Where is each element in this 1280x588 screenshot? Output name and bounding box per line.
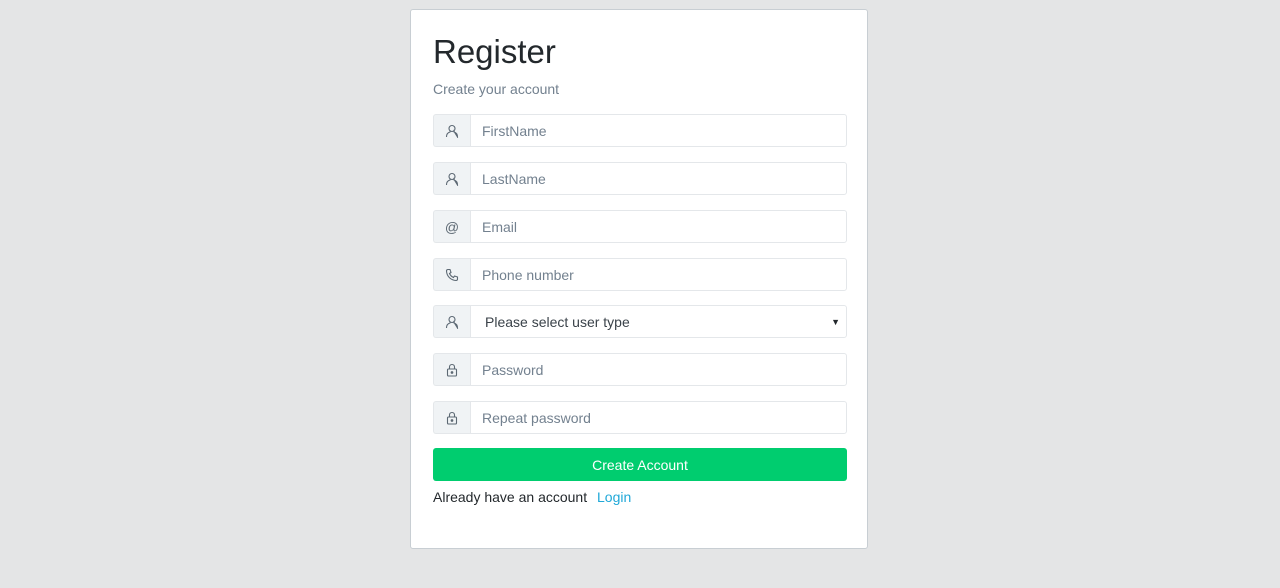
user-icon (433, 114, 470, 147)
usertype-select[interactable]: Please select user type ▼ (470, 305, 847, 338)
phone-input[interactable] (470, 258, 847, 291)
caret-down-icon: ▼ (831, 316, 840, 327)
email-input[interactable] (470, 210, 847, 243)
create-account-button[interactable]: Create Account (433, 448, 847, 481)
firstname-input[interactable] (470, 114, 847, 147)
page-title: Register (433, 33, 556, 70)
user-icon (433, 162, 470, 195)
password-group (433, 353, 847, 386)
login-prompt-text: Already have an account (433, 489, 588, 505)
lastname-group (433, 162, 847, 195)
login-link[interactable]: Login (597, 489, 631, 505)
email-group: @ (433, 210, 847, 243)
lastname-input[interactable] (470, 162, 847, 195)
lock-icon (433, 353, 470, 386)
at-sign-icon: @ (433, 210, 470, 243)
repeat-password-group (433, 401, 847, 434)
page-subtitle: Create your account (433, 81, 560, 97)
repeat-password-input[interactable] (470, 401, 847, 434)
phone-icon (433, 258, 470, 291)
lock-icon (433, 401, 470, 434)
password-input[interactable] (470, 353, 847, 386)
user-icon (433, 305, 470, 338)
phone-group (433, 258, 847, 291)
login-prompt: Already have an account Login (433, 488, 631, 506)
register-card: Register Create your account FirstName L… (410, 9, 868, 549)
usertype-selected-value: Please select user type (485, 313, 630, 330)
usertype-group: Please select user type ▼ (433, 305, 847, 338)
at-sign-glyph: @ (444, 218, 460, 235)
firstname-group (433, 114, 847, 147)
